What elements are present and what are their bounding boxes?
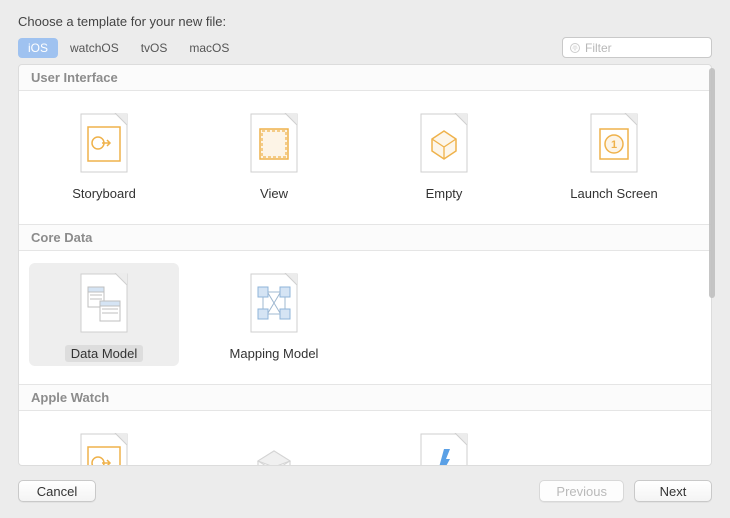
filter-wrap	[562, 37, 712, 58]
view-icon	[247, 111, 301, 175]
tab-macos[interactable]: macOS	[179, 38, 239, 58]
launch-screen-icon: 1	[587, 111, 641, 175]
list-wrapper: User Interface Storyboard	[18, 64, 712, 466]
template-mapping-model[interactable]: Mapping Model	[199, 263, 349, 366]
tabbar-row: iOS watchOS tvOS macOS	[18, 37, 712, 58]
scrollbar-thumb[interactable]	[709, 68, 715, 298]
template-label: Empty	[420, 185, 469, 202]
section-grid-core-data: Data Model	[19, 251, 711, 384]
tab-ios[interactable]: iOS	[18, 38, 58, 58]
template-label: Storyboard	[66, 185, 142, 202]
section-header-apple-watch: Apple Watch	[19, 384, 711, 411]
template-label: Launch Screen	[564, 185, 663, 202]
svg-text:1: 1	[611, 139, 617, 151]
apns-icon: APNS	[417, 431, 471, 466]
template-apple-watch-2[interactable]	[199, 423, 349, 466]
section-header-user-interface: User Interface	[19, 65, 711, 91]
platform-tabs: iOS watchOS tvOS macOS	[18, 38, 239, 58]
next-button[interactable]: Next	[634, 480, 712, 502]
template-data-model[interactable]: Data Model	[29, 263, 179, 366]
tab-tvos[interactable]: tvOS	[131, 38, 178, 58]
template-list[interactable]: User Interface Storyboard	[18, 64, 712, 466]
template-apple-watch-1[interactable]	[29, 423, 179, 466]
prompt-text: Choose a template for your new file:	[18, 14, 712, 29]
template-chooser-dialog: Choose a template for your new file: iOS…	[0, 0, 730, 518]
section-header-core-data: Core Data	[19, 224, 711, 251]
previous-button: Previous	[539, 480, 624, 502]
template-apple-watch-3[interactable]: APNS	[369, 423, 519, 466]
cancel-button[interactable]: Cancel	[18, 480, 96, 502]
data-model-icon	[77, 271, 131, 335]
storyboard-icon	[77, 111, 131, 175]
template-storyboard[interactable]: Storyboard	[29, 103, 179, 206]
template-label: Data Model	[65, 345, 143, 362]
button-row: Cancel Previous Next	[18, 466, 712, 518]
section-grid-apple-watch: APNS	[19, 411, 711, 466]
mapping-model-icon	[247, 271, 301, 335]
tab-watchos[interactable]: watchOS	[60, 38, 129, 58]
template-launch-screen[interactable]: 1 Launch Screen	[539, 103, 689, 206]
filter-icon	[569, 42, 581, 54]
template-empty[interactable]: Empty	[369, 103, 519, 206]
template-label: View	[254, 185, 294, 202]
empty-icon	[417, 111, 471, 175]
apple-watch-storyboard-icon	[77, 431, 131, 466]
filter-field[interactable]	[562, 37, 712, 58]
template-view[interactable]: View	[199, 103, 349, 206]
template-label: Mapping Model	[224, 345, 325, 362]
filter-input[interactable]	[585, 41, 730, 55]
apple-watch-box-icon	[247, 431, 301, 466]
section-grid-user-interface: Storyboard View	[19, 91, 711, 224]
